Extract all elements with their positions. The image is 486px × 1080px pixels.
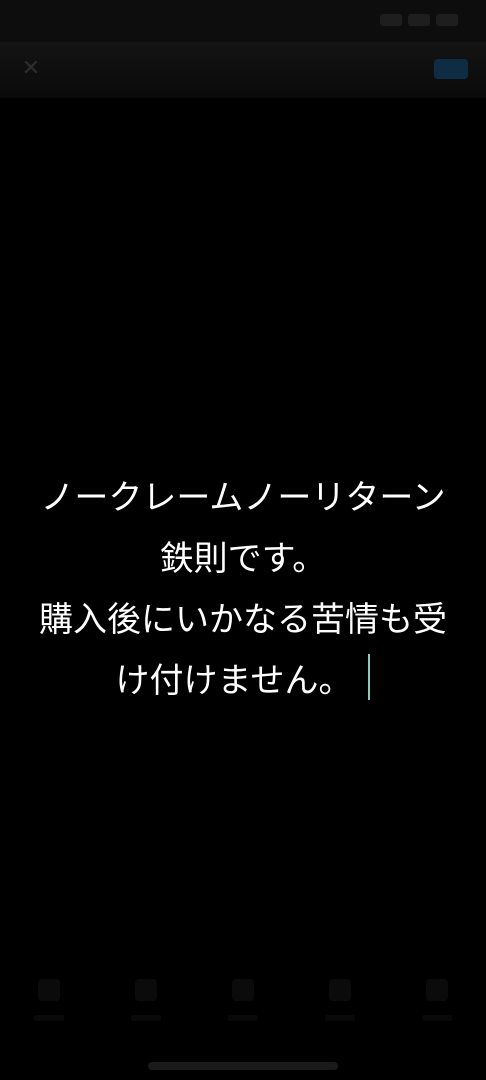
caption-line-4: け付けません。 [115,661,353,701]
close-button[interactable]: ✕ [18,56,44,82]
editor-header: ✕ [0,42,486,98]
status-icons [380,14,458,30]
tool-label [130,1015,161,1021]
close-icon: ✕ [21,56,41,81]
toolbar-tool-text-style[interactable] [118,965,174,1035]
wifi-icon [380,14,402,26]
tool-label [227,1015,258,1021]
tool-label [325,1015,356,1021]
font-icon [426,979,449,1001]
signal-icon [408,14,430,26]
battery-icon [436,14,458,26]
editor-title [168,60,318,80]
caption-line-2: 鉄則です。 [159,539,327,579]
home-indicator[interactable] [148,1062,338,1070]
caption-line-4-wrap: け付けません。 [0,651,486,712]
toolbar-tool-align[interactable] [215,965,271,1035]
pen-icon [37,979,60,1001]
status-time [28,14,88,30]
toolbar-tool-color[interactable] [312,965,368,1035]
tool-label [422,1015,453,1021]
align-icon [231,979,254,1001]
text-caret [368,654,371,700]
color-icon [329,979,352,1001]
caption-line-3: 購入後にいかなる苦情も受 [39,600,447,640]
caption-line-1: ノークレームノーリターン [40,478,446,518]
text-style-icon [134,979,157,1001]
editor-toolbar [0,960,486,1040]
toolbar-tool-font[interactable] [409,965,465,1035]
tool-label [33,1015,64,1021]
done-button[interactable] [434,59,468,79]
status-bar [0,0,486,42]
caption-text-block[interactable]: ノークレームノーリターン 鉄則です。 購入後にいかなる苦情も受 け付けません。 [0,468,486,712]
toolbar-tool-pen[interactable] [21,965,77,1035]
text-editor-canvas[interactable]: ノークレームノーリターン 鉄則です。 購入後にいかなる苦情も受 け付けません。 [0,98,486,950]
